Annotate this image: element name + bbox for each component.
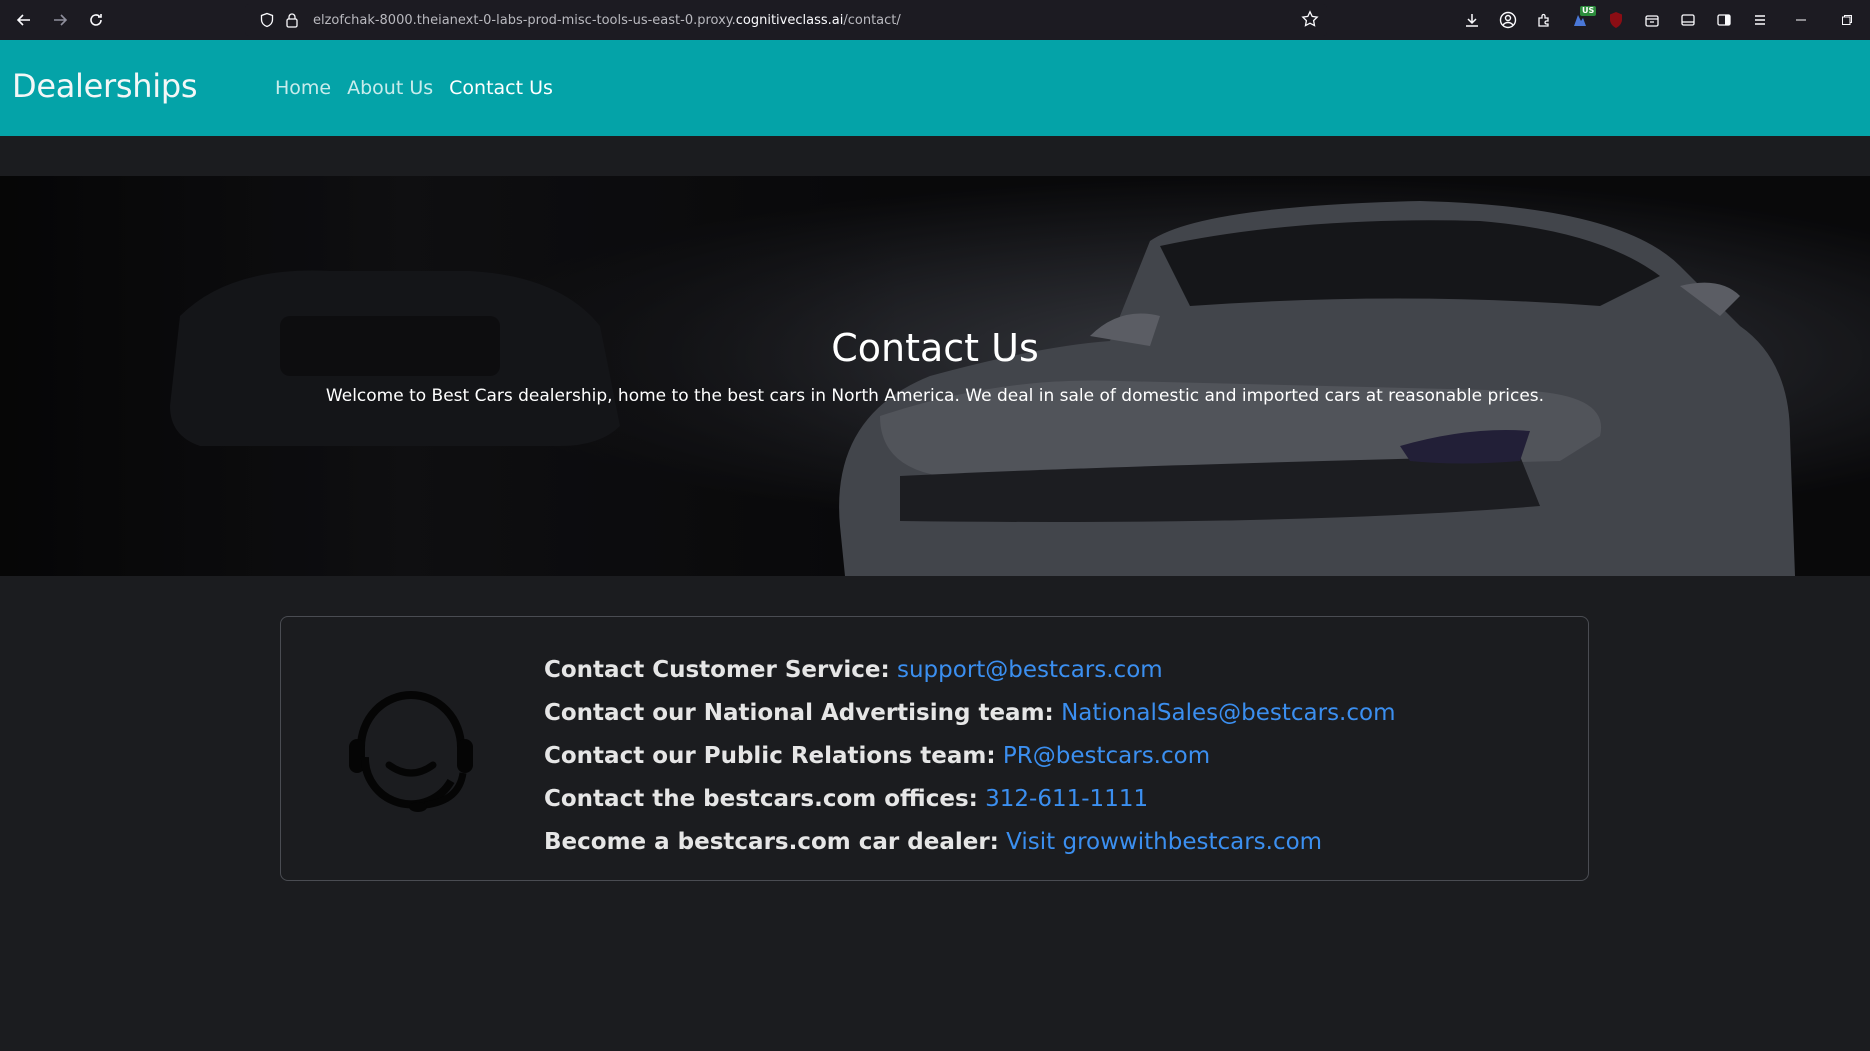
restore-button[interactable] [1824,0,1870,40]
account-button[interactable] [1490,0,1526,40]
sidebar-icon [1717,14,1731,26]
email-link-support[interactable]: support@bestcars.com [897,657,1163,683]
minimize-button[interactable] [1778,0,1824,40]
puzzle-icon [1538,13,1549,27]
ublock-shield-icon [1610,12,1622,28]
nav-link-home[interactable]: Home [275,77,331,99]
contact-label: Contact the bestcars.com offices: [544,786,978,812]
box-icon [1645,15,1659,27]
hero-content: Contact Us Welcome to Best Cars dealersh… [0,326,1870,406]
bookmark-star-icon[interactable] [1301,10,1319,28]
window-icon [1681,14,1695,26]
sidebar-button[interactable] [1706,0,1742,40]
extensions-button[interactable] [1526,0,1562,40]
hamburger-menu-icon [1755,15,1765,25]
back-button[interactable] [6,2,42,38]
restore-icon [1842,15,1852,25]
contact-label: Contact Customer Service: [544,657,890,683]
forward-arrow-icon [54,14,68,26]
nav-link-about-us[interactable]: About Us [347,77,433,99]
ublock-button[interactable] [1598,0,1634,40]
contact-row-become-dealer: Become a bestcars.com car dealer: Visit … [544,821,1395,864]
download-icon [1466,14,1478,27]
minimize-icon [1796,19,1806,21]
dealer-site-link[interactable]: Visit growwithbestcars.com [1006,829,1322,855]
contact-list: Contact Customer Service: support@bestca… [544,649,1395,864]
nav-links: Home About Us Contact Us [275,77,553,99]
phone-link-offices[interactable]: 312-611-1111 [985,786,1148,812]
contact-row-advertising: Contact our National Advertising team: N… [544,692,1395,735]
contact-label: Become a bestcars.com car dealer: [544,829,999,855]
browser-toolbar: elzofchak-8000.theianext-0-labs-prod-mis… [0,0,1870,40]
hero-description: Welcome to Best Cars dealership, home to… [325,386,1545,406]
menu-button[interactable] [1742,0,1778,40]
forward-button[interactable] [42,2,78,38]
address-bar[interactable]: elzofchak-8000.theianext-0-labs-prod-mis… [245,4,1327,36]
site-navbar: Dealerships Home About Us Contact Us [0,40,1870,136]
contact-card: Contact Customer Service: support@bestca… [280,616,1589,881]
contact-label: Contact our Public Relations team: [544,743,996,769]
container-button[interactable] [1634,0,1670,40]
lock-icon[interactable] [285,12,299,28]
downloads-button[interactable] [1454,0,1490,40]
url-text: elzofchak-8000.theianext-0-labs-prod-mis… [313,12,901,28]
headset-icon [349,691,473,812]
page-title: Contact Us [831,326,1039,370]
shield-icon[interactable] [259,12,275,28]
contact-row-public-relations: Contact our Public Relations team: PR@be… [544,735,1395,778]
nav-link-contact-us[interactable]: Contact Us [449,77,553,99]
email-link-national-sales[interactable]: NationalSales@bestcars.com [1061,700,1395,726]
contact-label: Contact our National Advertising team: [544,700,1054,726]
hero-banner: Contact Us Welcome to Best Cars dealersh… [0,176,1870,576]
brand-logo-text[interactable]: Dealerships [12,67,198,105]
back-arrow-icon [16,14,30,26]
contact-row-offices: Contact the bestcars.com offices: 312-61… [544,778,1395,821]
reload-button[interactable] [78,2,114,38]
reload-icon [90,14,102,26]
extension-us-button[interactable]: US [1562,0,1598,40]
email-link-pr[interactable]: PR@bestcars.com [1003,743,1210,769]
account-icon [1499,11,1517,29]
contact-row-customer-service: Contact Customer Service: support@bestca… [544,649,1395,692]
screenshot-button[interactable] [1670,0,1706,40]
extension-badge: US [1580,6,1597,16]
